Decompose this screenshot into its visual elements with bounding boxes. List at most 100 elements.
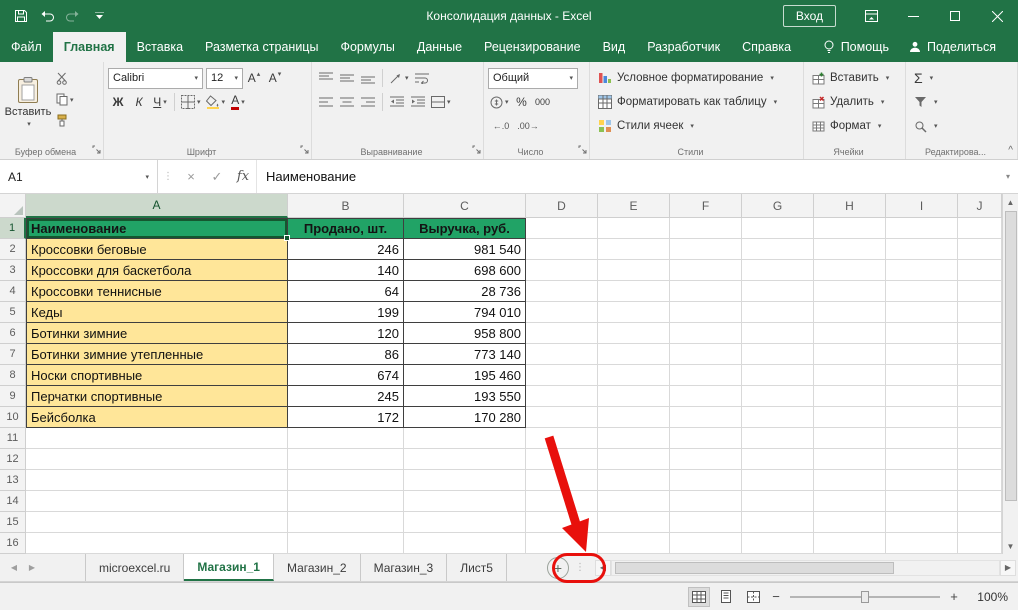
increase-font-size-button[interactable]: А▴ bbox=[244, 68, 264, 89]
normal-view-button[interactable] bbox=[688, 587, 710, 607]
sheet-tab-3[interactable]: Магазин_3 bbox=[361, 554, 448, 581]
cell-F9[interactable] bbox=[670, 386, 742, 407]
selection-fill-handle[interactable] bbox=[284, 235, 290, 241]
paste-button[interactable]: Вставить ▾ bbox=[4, 66, 52, 138]
cell-H14[interactable] bbox=[814, 491, 886, 512]
column-header-D[interactable]: D bbox=[526, 194, 598, 218]
cell-H1[interactable] bbox=[814, 218, 886, 239]
cell-C1[interactable]: Выручка, руб. bbox=[404, 218, 526, 239]
orientation-button[interactable]: ▾ bbox=[387, 68, 411, 89]
cell-E1[interactable] bbox=[598, 218, 670, 239]
column-header-H[interactable]: H bbox=[814, 194, 886, 218]
dialog-launcher-icon[interactable] bbox=[472, 143, 481, 157]
dialog-launcher-icon[interactable] bbox=[300, 143, 309, 157]
borders-button[interactable]: ▾ bbox=[179, 92, 203, 113]
name-box[interactable]: A1 ▾ bbox=[0, 160, 158, 193]
copy-button[interactable]: ▾ bbox=[56, 91, 74, 108]
zoom-in-button[interactable]: + bbox=[947, 589, 961, 604]
cell-H8[interactable] bbox=[814, 365, 886, 386]
cell-G8[interactable] bbox=[742, 365, 814, 386]
format-cells-button[interactable]: Формат ▾ bbox=[808, 114, 902, 138]
cell-G7[interactable] bbox=[742, 344, 814, 365]
cell-E13[interactable] bbox=[598, 470, 670, 491]
cell-A12[interactable] bbox=[26, 449, 288, 470]
cell-D9[interactable] bbox=[526, 386, 598, 407]
cell-C5[interactable]: 794 010 bbox=[404, 302, 526, 323]
cell-A5[interactable]: Кеды bbox=[26, 302, 288, 323]
scroll-right-icon[interactable]: ▶ bbox=[1000, 560, 1016, 576]
cell-J4[interactable] bbox=[958, 281, 1002, 302]
ribbon-tab-4[interactable]: Формулы bbox=[329, 32, 405, 62]
cell-H7[interactable] bbox=[814, 344, 886, 365]
cell-F16[interactable] bbox=[670, 533, 742, 554]
ribbon-tab-6[interactable]: Рецензирование bbox=[473, 32, 592, 62]
cell-J11[interactable] bbox=[958, 428, 1002, 449]
align-middle-button[interactable] bbox=[337, 68, 357, 89]
italic-button[interactable]: К bbox=[129, 92, 149, 113]
cell-I3[interactable] bbox=[886, 260, 958, 281]
cell-I6[interactable] bbox=[886, 323, 958, 344]
cell-H3[interactable] bbox=[814, 260, 886, 281]
cell-J12[interactable] bbox=[958, 449, 1002, 470]
delete-cells-button[interactable]: Удалить ▾ bbox=[808, 90, 902, 114]
cell-A15[interactable] bbox=[26, 512, 288, 533]
cell-E11[interactable] bbox=[598, 428, 670, 449]
cell-H10[interactable] bbox=[814, 407, 886, 428]
horizontal-scroll-thumb[interactable] bbox=[615, 562, 894, 574]
cell-J6[interactable] bbox=[958, 323, 1002, 344]
cell-A3[interactable]: Кроссовки для баскетбола bbox=[26, 260, 288, 281]
cell-H12[interactable] bbox=[814, 449, 886, 470]
cell-D14[interactable] bbox=[526, 491, 598, 512]
find-select-button[interactable]: ▾ bbox=[910, 114, 1014, 138]
cell-I12[interactable] bbox=[886, 449, 958, 470]
cell-C9[interactable]: 193 550 bbox=[404, 386, 526, 407]
sheet-tab-0[interactable]: microexcel.ru bbox=[85, 554, 184, 581]
cell-D1[interactable] bbox=[526, 218, 598, 239]
row-header-3[interactable]: 3 bbox=[0, 260, 26, 281]
page-layout-view-button[interactable] bbox=[715, 587, 737, 607]
column-header-E[interactable]: E bbox=[598, 194, 670, 218]
column-header-C[interactable]: C bbox=[404, 194, 526, 218]
ribbon-display-options-button[interactable] bbox=[850, 0, 892, 32]
cell-G15[interactable] bbox=[742, 512, 814, 533]
scroll-down-icon[interactable]: ▼ bbox=[1003, 538, 1018, 554]
cell-C2[interactable]: 981 540 bbox=[404, 239, 526, 260]
maximize-button[interactable] bbox=[934, 0, 976, 32]
cell-J16[interactable] bbox=[958, 533, 1002, 554]
cell-G12[interactable] bbox=[742, 449, 814, 470]
decrease-indent-button[interactable] bbox=[387, 92, 407, 113]
cell-G3[interactable] bbox=[742, 260, 814, 281]
cell-F13[interactable] bbox=[670, 470, 742, 491]
collapse-ribbon-button[interactable]: ^ bbox=[1008, 145, 1013, 156]
ribbon-tab-0[interactable]: Файл bbox=[0, 32, 53, 62]
cell-B10[interactable]: 172 bbox=[288, 407, 404, 428]
row-header-16[interactable]: 16 bbox=[0, 533, 26, 554]
align-top-button[interactable] bbox=[316, 68, 336, 89]
column-header-F[interactable]: F bbox=[670, 194, 742, 218]
cell-J13[interactable] bbox=[958, 470, 1002, 491]
cell-E7[interactable] bbox=[598, 344, 670, 365]
cell-G5[interactable] bbox=[742, 302, 814, 323]
cell-C16[interactable] bbox=[404, 533, 526, 554]
cell-H6[interactable] bbox=[814, 323, 886, 344]
cell-A7[interactable]: Ботинки зимние утепленные bbox=[26, 344, 288, 365]
column-header-A[interactable]: A bbox=[26, 194, 288, 218]
cell-G16[interactable] bbox=[742, 533, 814, 554]
dialog-launcher-icon[interactable] bbox=[578, 143, 587, 157]
cell-B13[interactable] bbox=[288, 470, 404, 491]
cell-E5[interactable] bbox=[598, 302, 670, 323]
format-painter-button[interactable] bbox=[56, 112, 74, 129]
cell-styles-button[interactable]: Стили ячеек ▾ bbox=[594, 114, 800, 138]
cell-F2[interactable] bbox=[670, 239, 742, 260]
cell-H9[interactable] bbox=[814, 386, 886, 407]
cell-D7[interactable] bbox=[526, 344, 598, 365]
cell-E15[interactable] bbox=[598, 512, 670, 533]
sheet-nav-left-icon[interactable]: ◀ bbox=[5, 554, 23, 581]
row-header-6[interactable]: 6 bbox=[0, 323, 26, 344]
cancel-entry-button[interactable]: × bbox=[178, 160, 204, 193]
cell-I2[interactable] bbox=[886, 239, 958, 260]
cell-D11[interactable] bbox=[526, 428, 598, 449]
cell-I15[interactable] bbox=[886, 512, 958, 533]
bold-button[interactable]: Ж bbox=[108, 92, 128, 113]
zoom-slider[interactable] bbox=[790, 590, 940, 604]
